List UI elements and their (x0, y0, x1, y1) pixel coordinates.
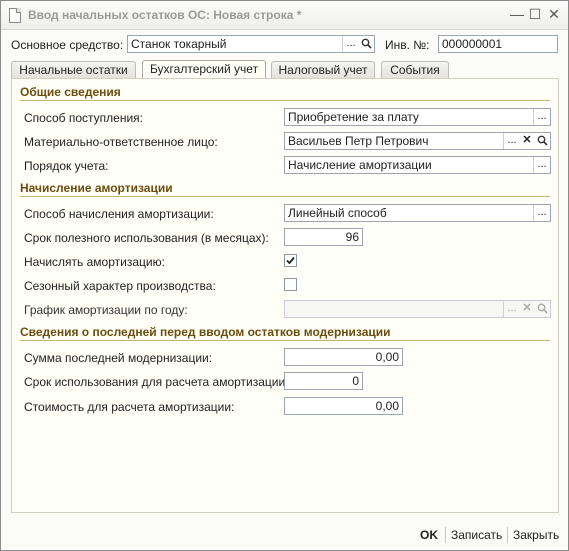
tab-panel-accounting: Общие сведения Способ поступления: Приоб… (11, 78, 559, 513)
close-button[interactable]: Закрыть (513, 528, 559, 542)
usage-term-label: Срок использования для расчета амортизац… (24, 375, 289, 389)
maximize-icon[interactable]: ☐ (527, 6, 543, 22)
receipt-method-value: Приобретение за плату (288, 110, 419, 124)
asset-label: Основное средство: (11, 38, 124, 52)
tab-events[interactable]: События (381, 61, 449, 78)
select-button[interactable]: ... (533, 205, 550, 221)
section-title-modernization: Сведения о последней перед вводом остатк… (20, 325, 391, 339)
accounting-order-label: Порядок учета: (24, 159, 109, 173)
useful-life-label: Срок полезного использования (в месяцах)… (24, 231, 269, 245)
responsible-field[interactable]: Васильев Петр Петрович ... ✕ (284, 132, 551, 150)
seasonal-checkbox[interactable] (284, 278, 297, 291)
minimize-icon[interactable]: — (509, 6, 525, 22)
accounting-order-field[interactable]: Начисление амортизации ... (284, 156, 551, 174)
ok-button[interactable]: OK (420, 528, 438, 542)
footer-bar: OK Записать Закрыть (1, 519, 568, 550)
responsible-value: Васильев Петр Петрович (288, 134, 429, 148)
inv-number-value: 000000001 (442, 37, 503, 51)
seasonal-label: Сезонный характер производства: (24, 279, 216, 293)
schedule-field[interactable]: ... ✕ (284, 300, 551, 318)
depreciation-cost-field[interactable]: 0,00 (284, 397, 403, 415)
section-title-depreciation: Начисление амортизации (20, 181, 173, 195)
document-icon (9, 8, 21, 23)
usage-term-value: 0 (352, 374, 359, 388)
useful-life-field[interactable]: 96 (284, 228, 363, 246)
select-button[interactable]: ... (533, 157, 550, 173)
asset-value: Станок токарный (131, 37, 227, 51)
inv-label: Инв. №: (385, 38, 430, 52)
select-button[interactable]: ... (503, 301, 520, 317)
responsible-label: Материально-ответственное лицо: (24, 135, 218, 149)
accrue-depreciation-checkbox[interactable] (284, 254, 297, 267)
section-divider (20, 100, 550, 101)
tab-accounting[interactable]: Бухгалтерский учет (142, 60, 266, 79)
save-button[interactable]: Записать (451, 528, 502, 542)
inv-number-field[interactable]: 000000001 (438, 35, 558, 53)
tab-initial-balances[interactable]: Начальные остатки (11, 61, 136, 78)
depreciation-method-label: Способ начисления амортизации: (24, 207, 214, 221)
checkmark-icon (286, 256, 295, 265)
select-button[interactable]: ... (503, 133, 520, 149)
modernization-sum-field[interactable]: 0,00 (284, 348, 403, 366)
close-icon[interactable]: ✕ (546, 6, 562, 22)
depreciation-method-field[interactable]: Линейный способ ... (284, 204, 551, 222)
divider (507, 527, 508, 543)
usage-term-field[interactable]: 0 (284, 372, 363, 390)
tab-tax-accounting[interactable]: Налоговый учет (271, 61, 375, 78)
title-bar: Ввод начальных остатков ОС: Новая строка… (1, 1, 568, 30)
clear-icon[interactable]: ✕ (519, 133, 535, 149)
asset-field[interactable]: Станок токарный ... (127, 35, 375, 53)
search-icon[interactable] (534, 301, 550, 317)
window-title: Ввод начальных остатков ОС: Новая строка… (28, 8, 302, 22)
modernization-sum-value: 0,00 (375, 350, 399, 364)
select-button[interactable]: ... (342, 36, 359, 52)
search-icon[interactable] (534, 133, 550, 149)
tab-bar: Начальные остатки Бухгалтерский учет Нал… (11, 60, 559, 79)
section-title-general: Общие сведения (20, 85, 121, 99)
modernization-sum-label: Сумма последней модернизации: (24, 351, 213, 365)
useful-life-value: 96 (345, 230, 359, 244)
receipt-method-label: Способ поступления: (24, 111, 143, 125)
search-icon[interactable] (358, 36, 374, 52)
schedule-label: График амортизации по году: (24, 303, 188, 317)
clear-icon[interactable]: ✕ (519, 301, 535, 317)
divider (445, 527, 446, 543)
select-button[interactable]: ... (533, 109, 550, 125)
section-divider (20, 196, 550, 197)
depreciation-cost-value: 0,00 (375, 399, 399, 413)
receipt-method-field[interactable]: Приобретение за плату ... (284, 108, 551, 126)
depreciation-cost-label: Стоимость для расчета амортизации: (24, 400, 235, 414)
accounting-order-value: Начисление амортизации (288, 158, 432, 172)
depreciation-method-value: Линейный способ (288, 206, 387, 220)
dialog-window: Ввод начальных остатков ОС: Новая строка… (0, 0, 569, 551)
accrue-depreciation-label: Начислять амортизацию: (24, 255, 165, 269)
section-divider (20, 340, 550, 341)
